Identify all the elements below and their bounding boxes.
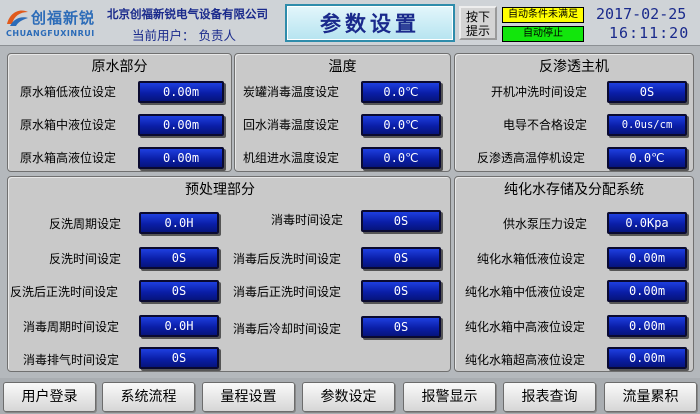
raw-high-level-label: 原水箱高液位设定 — [20, 151, 117, 165]
disinfect-time-value[interactable]: 0S — [361, 210, 441, 232]
post-disinfect-backwash-value[interactable]: 0S — [361, 247, 441, 269]
press-hint-line-1: 按下 — [465, 10, 490, 24]
time-display: 16:11:20 — [609, 24, 690, 42]
date-display: 2017-02-25 — [596, 5, 687, 23]
current-user-value: 负责人 — [198, 28, 237, 43]
backwash-cycle-label: 反洗周期设定 — [49, 217, 122, 231]
pure-tank-mid-high-value[interactable]: 0.00m — [607, 315, 687, 337]
ro-high-temp-stop-label: 反渗透高温停机设定 — [477, 151, 586, 165]
pure-tank-super-high-value[interactable]: 0.00m — [607, 347, 687, 369]
press-hint-line-2: 提示 — [465, 24, 490, 38]
nav-range-settings-button[interactable]: 量程设置 — [202, 382, 295, 412]
disinfect-time-label: 消毒时间设定 — [271, 213, 344, 227]
raw-low-level-value[interactable]: 0.00m — [138, 81, 224, 103]
current-user-label: 当前用户： — [132, 28, 195, 43]
ro-high-temp-stop-value[interactable]: 0.0℃ — [607, 147, 687, 169]
post-backwash-rinse-value[interactable]: 0S — [139, 280, 219, 302]
post-disinfect-cooling-label: 消毒后冷却时间设定 — [233, 322, 342, 336]
nav-system-flow-button[interactable]: 系统流程 — [102, 382, 195, 412]
disinfect-cycle-label: 消毒周期时间设定 — [23, 320, 120, 334]
raw-mid-level-label: 原水箱中液位设定 — [20, 118, 117, 132]
auto-condition-status: 自动条件未满足 — [502, 7, 584, 23]
raw-low-level-label: 原水箱低液位设定 — [20, 85, 117, 99]
disinfect-vent-label: 消毒排气时间设定 — [23, 353, 120, 367]
press-hint-button[interactable]: 按下 提示 — [459, 6, 497, 40]
auto-run-status: 自动停止 — [502, 26, 584, 42]
pure-tank-mid-low-label: 纯化水箱中低液位设定 — [465, 285, 586, 299]
storage-distribution-panel: 纯化水存储及分配系统 供水泵压力设定 0.0Kpa 纯化水箱低液位设定 0.00… — [454, 176, 694, 372]
carbon-disinfect-temp-value[interactable]: 0.0℃ — [361, 81, 441, 103]
pretreatment-panel: 预处理部分 反洗周期设定 0.0H 反洗时间设定 0S 反洗后正洗时间设定 0S… — [7, 176, 451, 372]
nav-parameter-settings-button[interactable]: 参数设定 — [302, 382, 395, 412]
supply-pump-pressure-label: 供水泵压力设定 — [503, 217, 588, 231]
pure-tank-super-high-label: 纯化水箱超高液位设定 — [465, 353, 586, 367]
logo-text-en: CHUANGFUXINRUI — [6, 29, 95, 38]
pure-tank-low-label: 纯化水箱低液位设定 — [477, 252, 586, 266]
post-disinfect-rinse-value[interactable]: 0S — [361, 280, 441, 302]
backwash-cycle-value[interactable]: 0.0H — [139, 212, 219, 234]
current-user: 当前用户： 负责人 — [132, 25, 236, 44]
raw-mid-level-value[interactable]: 0.00m — [138, 114, 224, 136]
raw-high-level-value[interactable]: 0.00m — [138, 147, 224, 169]
bottom-nav: 用户登录 系统流程 量程设置 参数设定 报警显示 报表查询 流量累积 — [0, 378, 700, 414]
pure-tank-mid-high-label: 纯化水箱中高液位设定 — [465, 320, 586, 334]
page-title-box: 参数设置 — [285, 4, 455, 42]
raw-water-panel: 原水部分 原水箱低液位设定 0.00m 原水箱中液位设定 0.00m 原水箱高液… — [7, 53, 232, 172]
ro-main-panel: 反渗透主机 开机冲洗时间设定 0S 电导不合格设定 0.0us/cm 反渗透高温… — [454, 53, 694, 172]
backwash-time-value[interactable]: 0S — [139, 247, 219, 269]
post-backwash-rinse-label: 反洗后正洗时间设定 — [10, 285, 119, 299]
pure-tank-low-value[interactable]: 0.00m — [607, 247, 687, 269]
storage-title: 纯化水存储及分配系统 — [504, 182, 644, 198]
carbon-disinfect-temp-label: 炭罐消毒温度设定 — [243, 85, 340, 99]
conductivity-fail-label: 电导不合格设定 — [503, 118, 588, 132]
ro-main-title: 反渗透主机 — [539, 59, 609, 75]
nav-report-query-button[interactable]: 报表查询 — [503, 382, 596, 412]
return-disinfect-temp-label: 回水消毒温度设定 — [243, 118, 340, 132]
disinfect-vent-value[interactable]: 0S — [139, 347, 219, 369]
backwash-time-label: 反洗时间设定 — [49, 252, 122, 266]
nav-alarm-display-button[interactable]: 报警显示 — [403, 382, 496, 412]
startup-flush-time-value[interactable]: 0S — [607, 81, 687, 103]
inlet-temp-label: 机组进水温度设定 — [243, 151, 340, 165]
company-name: 北京创福新锐电气设备有限公司 — [107, 7, 268, 21]
inlet-temp-value[interactable]: 0.0℃ — [361, 147, 441, 169]
pretreatment-title: 预处理部分 — [185, 182, 255, 198]
company-logo: 创福新锐 CHUANGFUXINRUI — [4, 4, 104, 42]
startup-flush-time-label: 开机冲洗时间设定 — [491, 85, 588, 99]
temperature-title: 温度 — [328, 59, 357, 75]
post-disinfect-rinse-label: 消毒后正洗时间设定 — [233, 285, 342, 299]
pure-tank-mid-low-value[interactable]: 0.00m — [607, 280, 687, 302]
supply-pump-pressure-value[interactable]: 0.0Kpa — [607, 212, 687, 234]
post-disinfect-cooling-value[interactable]: 0S — [361, 316, 441, 338]
post-disinfect-backwash-label: 消毒后反洗时间设定 — [233, 252, 342, 266]
nav-flow-accumulation-button[interactable]: 流量累积 — [604, 382, 697, 412]
logo-text-cn: 创福新锐 — [31, 9, 96, 27]
raw-water-title: 原水部分 — [91, 59, 148, 75]
return-disinfect-temp-value[interactable]: 0.0℃ — [361, 114, 441, 136]
temperature-panel: 温度 炭罐消毒温度设定 0.0℃ 回水消毒温度设定 0.0℃ 机组进水温度设定 … — [234, 53, 451, 172]
disinfect-cycle-value[interactable]: 0.0H — [139, 315, 219, 337]
conductivity-fail-value[interactable]: 0.0us/cm — [607, 114, 687, 136]
header-bar: 创福新锐 CHUANGFUXINRUI 北京创福新锐电气设备有限公司 当前用户：… — [0, 0, 700, 46]
page-title: 参数设置 — [320, 11, 420, 36]
nav-user-login-button[interactable]: 用户登录 — [3, 382, 96, 412]
logo-swirl-icon — [7, 10, 28, 26]
